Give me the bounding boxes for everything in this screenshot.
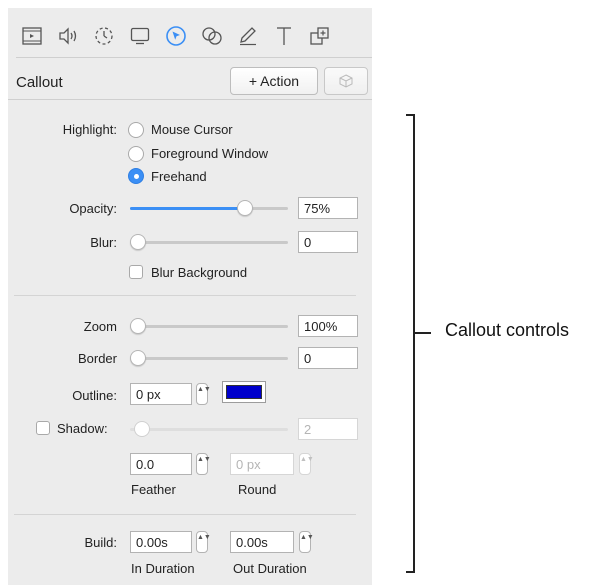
opacity-slider-thumb[interactable]	[237, 200, 253, 216]
monitor-icon[interactable]	[128, 24, 152, 48]
outline-color-swatch	[226, 385, 262, 399]
callout-controls-annotation: Callout controls	[445, 320, 570, 340]
out-duration-field[interactable]: 0.00s	[230, 531, 294, 553]
option-foreground-window: Foreground Window	[151, 146, 269, 161]
in-duration-caption: In Duration	[131, 561, 195, 576]
duplicate-icon[interactable]	[308, 24, 332, 48]
outline-color-well[interactable]	[222, 381, 266, 403]
pencil-icon[interactable]	[236, 24, 260, 48]
out-duration-caption: Out Duration	[233, 561, 307, 576]
blur-background-label: Blur Background	[151, 265, 248, 280]
section-divider	[14, 295, 356, 296]
radio-mouse-cursor[interactable]	[128, 122, 144, 138]
text-icon[interactable]	[272, 24, 296, 48]
round-stepper[interactable]: ▲▼	[299, 453, 314, 475]
zoom-field[interactable]: 100%	[298, 315, 358, 337]
feather-field[interactable]: 0.0	[130, 453, 192, 475]
build-label: Build:	[84, 535, 117, 550]
zoom-label: Zoom	[83, 319, 117, 334]
outline-stepper[interactable]: ▲▼	[196, 383, 211, 405]
overlap-shapes-icon[interactable]	[200, 24, 224, 48]
option-freehand: Freehand	[151, 169, 207, 184]
radio-freehand[interactable]	[128, 168, 144, 184]
radio-foreground-window[interactable]	[128, 146, 144, 162]
inspector-toolbar	[8, 8, 372, 58]
dashed-timer-icon[interactable]	[92, 24, 116, 48]
add-action-button[interactable]: + Action	[230, 67, 318, 95]
zoom-slider-thumb[interactable]	[130, 318, 146, 334]
callout-bracket-tick	[415, 332, 431, 334]
in-duration-stepper[interactable]: ▲▼	[196, 531, 211, 553]
blur-field[interactable]: 0	[298, 231, 358, 253]
border-slider-thumb[interactable]	[130, 350, 146, 366]
opacity-field[interactable]: 75%	[298, 197, 358, 219]
highlight-label: Highlight:	[62, 122, 117, 137]
callout-bracket	[406, 114, 415, 573]
callout-header: Callout + Action	[8, 60, 372, 100]
inspector-panel: Callout + Action	[8, 0, 372, 585]
outline-field[interactable]: 0 px	[130, 383, 192, 405]
outline-label: Outline:	[72, 388, 117, 403]
round-field[interactable]: 0 px	[230, 453, 294, 475]
border-slider[interactable]	[130, 350, 288, 366]
section-divider	[14, 514, 356, 515]
blur-slider-thumb[interactable]	[130, 234, 146, 250]
feather-stepper[interactable]: ▲▼	[196, 453, 211, 475]
shadow-field[interactable]: 2	[298, 418, 358, 440]
speaker-icon[interactable]	[56, 24, 80, 48]
shadow-label: Shadow:	[57, 421, 108, 436]
cube-icon	[339, 74, 353, 88]
shadow-checkbox[interactable]	[36, 421, 50, 435]
cursor-highlight-icon[interactable]	[164, 24, 188, 48]
zoom-slider[interactable]	[130, 318, 288, 334]
blur-label: Blur:	[90, 235, 117, 250]
opacity-label: Opacity:	[69, 201, 117, 216]
panel-title: Callout	[16, 74, 63, 91]
out-duration-stepper[interactable]: ▲▼	[299, 531, 314, 553]
border-label: Border	[77, 351, 117, 366]
opacity-slider[interactable]	[130, 200, 288, 216]
border-field[interactable]: 0	[298, 347, 358, 369]
in-duration-field[interactable]: 0.00s	[130, 531, 192, 553]
round-caption: Round	[238, 482, 277, 497]
shadow-slider-thumb[interactable]	[134, 421, 150, 437]
option-mouse-cursor: Mouse Cursor	[151, 122, 233, 137]
feather-caption: Feather	[131, 482, 176, 497]
cube-button	[324, 67, 368, 95]
blur-background-checkbox[interactable]	[129, 265, 143, 279]
film-icon[interactable]	[20, 24, 44, 48]
blur-slider[interactable]	[130, 234, 288, 250]
shadow-slider[interactable]	[130, 421, 288, 437]
